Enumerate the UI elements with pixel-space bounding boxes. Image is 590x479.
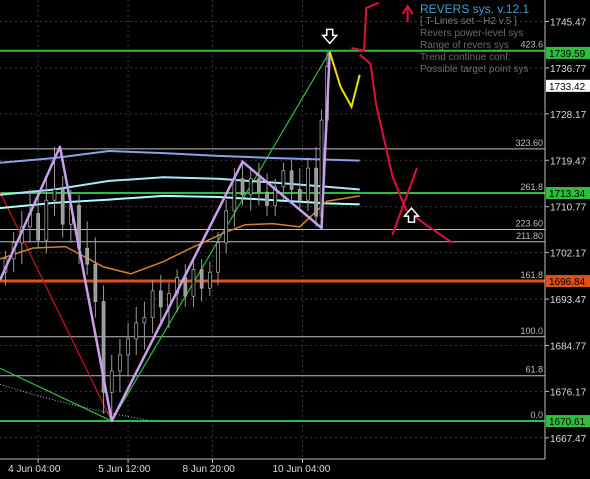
price-label-text: 1670.61 bbox=[549, 417, 586, 428]
price-label-text: 1733.42 bbox=[549, 82, 586, 93]
level-label: 261.8 bbox=[520, 182, 543, 192]
candle-body bbox=[306, 167, 310, 201]
candle-body bbox=[60, 189, 65, 225]
level-label: 161.8 bbox=[520, 270, 543, 280]
level-label: 61.8 bbox=[525, 365, 543, 375]
x-tick-label: 4 Jun 04:00 bbox=[8, 464, 61, 475]
level-label: 323.60 bbox=[515, 138, 543, 148]
indicator-subtitle: [ T-Lines set - H2 v.5 ] bbox=[420, 16, 517, 27]
level-label: 100.0 bbox=[520, 326, 543, 336]
price-label-text: 1696.84 bbox=[549, 277, 586, 288]
indicator-info-panel: REVERS sys. v.12.1 [ T-Lines set - H2 v.… bbox=[420, 2, 550, 76]
candle-body bbox=[150, 290, 155, 318]
candle-body bbox=[257, 178, 261, 193]
x-tick-label: 10 Jun 04:00 bbox=[272, 464, 330, 475]
price-label-text: 1739.59 bbox=[549, 49, 586, 60]
x-tick-label: 5 Jun 12:00 bbox=[98, 464, 151, 475]
candle-body bbox=[126, 338, 130, 356]
candle-body bbox=[44, 199, 49, 241]
candle-body bbox=[207, 271, 212, 289]
y-tick-label: 1676.17 bbox=[550, 387, 587, 398]
candle-body bbox=[281, 170, 286, 188]
candle-body bbox=[232, 178, 237, 212]
price-label-text: 1713.34 bbox=[549, 189, 586, 200]
candle-body bbox=[85, 247, 90, 265]
level-label: 0.0 bbox=[530, 410, 543, 420]
y-tick-label: 1667.47 bbox=[550, 434, 587, 445]
candle-body bbox=[134, 322, 139, 340]
legend-item-trend-continue: Trend continue conf. bbox=[420, 52, 511, 63]
legend-item-range: Range of revers sys bbox=[420, 40, 509, 51]
y-tick-label: 1702.17 bbox=[550, 249, 587, 260]
candle-body bbox=[52, 189, 57, 201]
level-label: 211.80 bbox=[516, 231, 543, 241]
y-tick-label: 1710.77 bbox=[550, 203, 587, 214]
candle-body bbox=[183, 277, 188, 297]
legend-item-power-level: Revers power-level sys bbox=[420, 28, 524, 39]
y-tick-label: 1684.77 bbox=[550, 341, 587, 352]
y-tick-label: 1745.47 bbox=[550, 18, 587, 29]
candle-body bbox=[118, 354, 122, 372]
candle-body bbox=[248, 178, 253, 196]
x-tick-label: 8 Jun 20:00 bbox=[183, 464, 236, 475]
indicator-title: REVERS sys. v.12.1 bbox=[420, 2, 530, 16]
candle-body bbox=[158, 290, 163, 308]
candle-body bbox=[240, 178, 245, 196]
y-tick-label: 1719.47 bbox=[550, 156, 587, 167]
candle-body bbox=[224, 210, 229, 244]
level-label: 223.60 bbox=[515, 219, 543, 229]
y-tick-label: 1728.17 bbox=[550, 110, 587, 121]
candle-body bbox=[93, 263, 98, 302]
candle-body bbox=[314, 167, 318, 217]
candle-body bbox=[142, 317, 147, 324]
y-tick-label: 1693.47 bbox=[550, 295, 587, 306]
candle-body bbox=[109, 370, 114, 393]
y-tick-label: 1736.77 bbox=[550, 64, 587, 75]
legend-item-target-point: Possible target point sys bbox=[420, 64, 529, 75]
candle-body bbox=[216, 242, 220, 273]
candle-body bbox=[191, 269, 196, 297]
candle-body bbox=[199, 269, 204, 289]
candle-body bbox=[265, 191, 269, 206]
candle-body bbox=[36, 213, 41, 241]
candle-body bbox=[289, 170, 294, 190]
candle-body bbox=[297, 189, 302, 201]
